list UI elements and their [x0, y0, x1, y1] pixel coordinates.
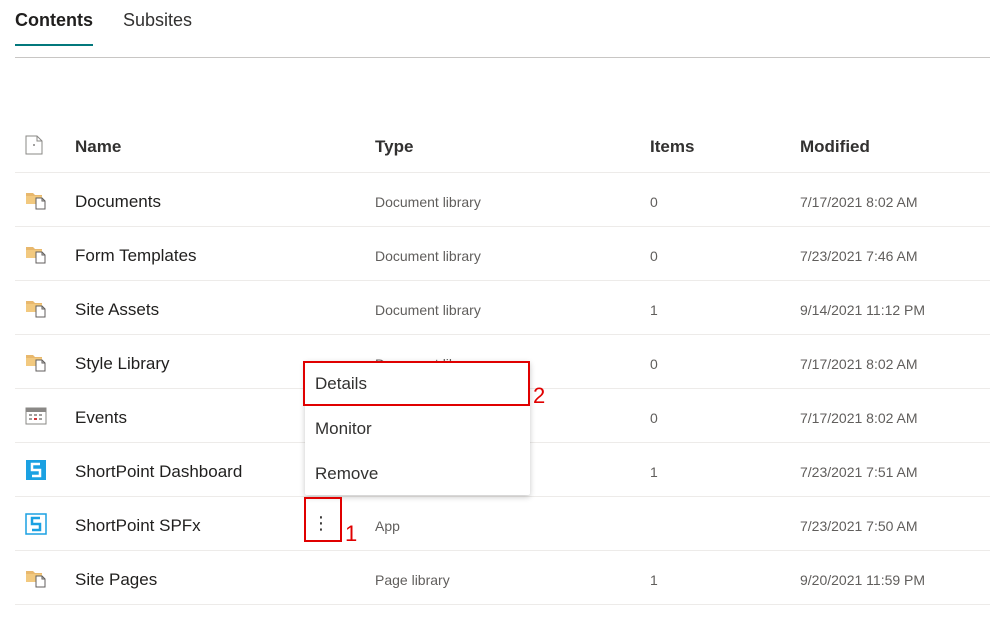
table-row[interactable]: ShortPoint SPFx ⋮ App 7/23/2021 7:50 AM — [15, 497, 990, 551]
table-header: Name Type Items Modified — [15, 118, 990, 173]
row-type: Document library — [375, 301, 481, 318]
row-items: 1 — [650, 301, 658, 318]
row-items: 0 — [650, 409, 658, 426]
row-modified: 9/14/2021 11:12 PM — [800, 301, 926, 318]
table-row[interactable]: Documents Document library 0 7/17/2021 8… — [15, 173, 990, 227]
header-items[interactable]: Items — [650, 118, 694, 172]
row-items: 0 — [650, 193, 658, 210]
shortpoint-app-icon — [25, 497, 49, 550]
row-modified: 9/20/2021 11:59 PM — [800, 571, 926, 588]
shortpoint-app-icon — [25, 443, 49, 496]
menu-item-monitor[interactable]: Monitor — [305, 406, 530, 451]
row-name[interactable]: Events — [75, 389, 127, 442]
tab-bar: Contents Subsites — [15, 0, 222, 46]
menu-item-remove[interactable]: Remove — [305, 451, 530, 496]
row-modified: 7/23/2021 7:51 AM — [800, 463, 918, 480]
row-modified: 7/17/2021 8:02 AM — [800, 355, 918, 372]
row-name[interactable]: Documents — [75, 173, 161, 226]
tab-subsites[interactable]: Subsites — [123, 0, 192, 44]
table-row[interactable]: Site Assets Document library 1 9/14/2021… — [15, 281, 990, 335]
row-name[interactable]: ShortPoint SPFx — [75, 497, 201, 550]
row-modified: 7/17/2021 8:02 AM — [800, 193, 918, 210]
tab-contents[interactable]: Contents — [15, 0, 93, 46]
row-name[interactable]: Form Templates — [75, 227, 197, 280]
folder-library-icon — [25, 173, 49, 226]
row-name[interactable]: Style Library — [75, 335, 169, 388]
row-name[interactable]: Site Pages — [75, 551, 157, 604]
table-row[interactable]: Form Templates Document library 0 7/23/2… — [15, 227, 990, 281]
row-type: Document library — [375, 247, 481, 264]
row-items: 0 — [650, 247, 658, 264]
folder-library-icon — [25, 335, 49, 388]
tab-divider — [15, 57, 990, 58]
row-type: Page library — [375, 571, 450, 588]
table-row[interactable]: Site Pages Page library 1 9/20/2021 11:5… — [15, 551, 990, 605]
folder-library-icon — [25, 281, 49, 334]
row-name[interactable]: ShortPoint Dashboard — [75, 443, 242, 496]
header-type[interactable]: Type — [375, 118, 413, 172]
folder-library-icon — [25, 227, 49, 280]
row-items: 1 — [650, 571, 658, 588]
annotation-box-more — [304, 497, 342, 542]
row-type: Document library — [375, 193, 481, 210]
row-modified: 7/17/2021 8:02 AM — [800, 409, 918, 426]
row-type: App — [375, 517, 400, 534]
header-name[interactable]: Name — [75, 118, 121, 172]
row-modified: 7/23/2021 7:50 AM — [800, 517, 918, 534]
row-modified: 7/23/2021 7:46 AM — [800, 247, 918, 264]
annotation-number-2: 2 — [533, 383, 546, 408]
annotation-number-1: 1 — [345, 521, 358, 546]
folder-library-icon — [25, 551, 49, 604]
annotation-box-details — [303, 361, 530, 406]
row-items: 0 — [650, 355, 658, 372]
file-type-icon[interactable] — [25, 118, 49, 172]
calendar-icon — [25, 389, 49, 442]
row-name[interactable]: Site Assets — [75, 281, 159, 334]
header-modified[interactable]: Modified — [800, 118, 870, 172]
row-items: 1 — [650, 463, 658, 480]
